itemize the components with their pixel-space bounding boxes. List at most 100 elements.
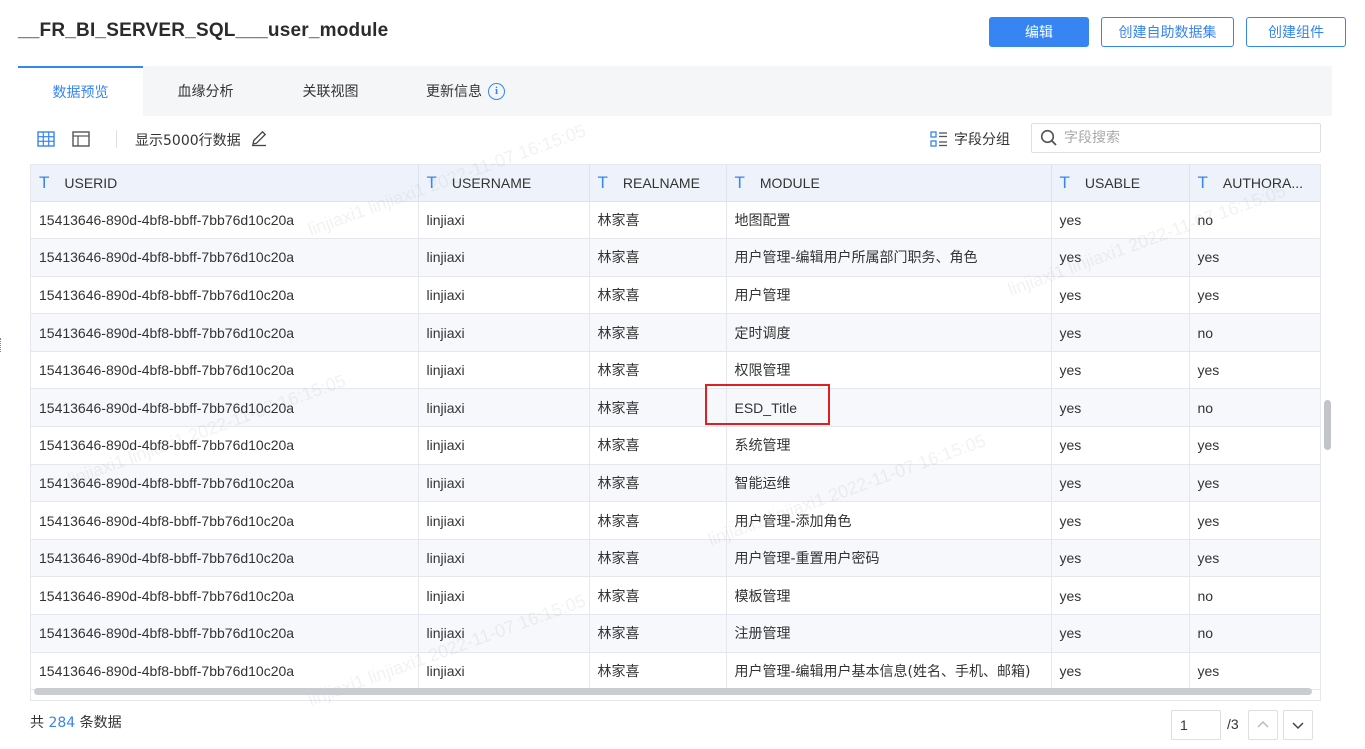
total-prefix: 共	[30, 715, 44, 731]
table-toolbar: 显示5000行数据 字段分组	[18, 116, 1332, 164]
chevron-down-icon	[1292, 722, 1304, 730]
cell-userid: 15413646-890d-4bf8-bbff-7bb76d10c20a	[31, 351, 419, 390]
field-group-button[interactable]: 字段分组	[930, 128, 1010, 150]
column-header-label: AUTHORA...	[1222, 174, 1304, 191]
cell-userid: 15413646-890d-4bf8-bbff-7bb76d10c20a	[31, 464, 419, 503]
cell-username: linjiaxi	[418, 238, 590, 277]
cell-module: 模板管理	[726, 576, 1052, 616]
table-header-row: T USERID T USERNAME T REALNAME T MODULE T USA…	[31, 165, 1320, 202]
cell-authora: yes	[1189, 238, 1320, 277]
cell-module: 用户管理	[726, 276, 1052, 315]
previous-page-button[interactable]	[1248, 710, 1278, 740]
cell-realname: 林家喜	[589, 276, 727, 315]
tab-label: 更新信息	[426, 84, 482, 100]
page-number-input[interactable]	[1171, 710, 1221, 740]
cell-realname: 林家喜	[589, 501, 727, 540]
text-type-icon: T	[1059, 172, 1070, 192]
column-header-realname[interactable]: T REALNAME	[589, 165, 727, 202]
cell-username: linjiaxi	[418, 501, 590, 540]
column-header-module[interactable]: T MODULE	[726, 165, 1052, 202]
cell-module: 地图配置	[726, 201, 1052, 240]
table-row: 15413646-890d-4bf8-bbff-7bb76d10c20a lin…	[31, 388, 1320, 428]
total-suffix: 条数据	[79, 715, 122, 731]
cell-username: linjiaxi	[418, 313, 590, 352]
cell-usable: yes	[1051, 576, 1190, 616]
resize-handle[interactable]	[0, 338, 3, 352]
column-header-username[interactable]: T USERNAME	[418, 165, 590, 202]
cell-usable: yes	[1051, 238, 1190, 277]
cell-realname: 林家喜	[589, 238, 727, 277]
create-component-button[interactable]: 创建组件	[1246, 17, 1346, 47]
page-title: __FR_BI_SERVER_SQL___user_module	[18, 20, 389, 41]
cell-module: 用户管理-编辑用户基本信息(姓名、手机、邮箱)	[726, 652, 1052, 691]
cell-userid: 15413646-890d-4bf8-bbff-7bb76d10c20a	[31, 313, 419, 352]
column-header-usable[interactable]: T USABLE	[1051, 165, 1190, 202]
vertical-scrollbar[interactable]	[1323, 200, 1331, 684]
field-search-box[interactable]	[1031, 123, 1321, 153]
cell-username: linjiaxi	[418, 388, 590, 428]
tab-relation-view[interactable]: 关联视图	[268, 66, 393, 116]
search-icon	[1040, 129, 1057, 146]
text-type-icon: T	[39, 172, 50, 192]
tab-label: 血缘分析	[177, 84, 234, 100]
cell-realname: 林家喜	[589, 576, 727, 616]
toolbar-divider	[116, 130, 117, 148]
cell-username: linjiaxi	[418, 351, 590, 390]
cell-userid: 15413646-890d-4bf8-bbff-7bb76d10c20a	[31, 614, 419, 653]
tab-update-info[interactable]: 更新信息 i	[393, 66, 538, 116]
cell-userid: 15413646-890d-4bf8-bbff-7bb76d10c20a	[31, 276, 419, 315]
column-header-authora[interactable]: T AUTHORA...	[1189, 165, 1320, 202]
vertical-scrollbar-thumb[interactable]	[1324, 400, 1331, 450]
cell-usable: yes	[1051, 652, 1190, 691]
text-type-icon: T	[734, 172, 745, 192]
horizontal-scrollbar[interactable]	[34, 688, 1312, 695]
tab-content: 显示5000行数据 字段分组 字段搜索 T USERID T USERNAME …	[18, 116, 1332, 749]
create-dataset-button[interactable]: 创建自助数据集	[1101, 17, 1234, 47]
cell-usable: yes	[1051, 388, 1190, 428]
cell-userid: 15413646-890d-4bf8-bbff-7bb76d10c20a	[31, 426, 419, 465]
column-header-userid[interactable]: T USERID	[31, 165, 419, 202]
cell-username: linjiaxi	[418, 614, 590, 653]
tab-label: 数据预览	[52, 85, 109, 101]
cell-username: linjiaxi	[418, 276, 590, 315]
cell-authora: yes	[1189, 351, 1320, 390]
table-row: 15413646-890d-4bf8-bbff-7bb76d10c20a lin…	[31, 201, 1320, 240]
cell-authora: no	[1189, 614, 1320, 653]
tab-lineage-analysis[interactable]: 血缘分析	[143, 66, 268, 116]
tab-label: 关联视图	[302, 84, 359, 100]
cell-module: 用户管理-添加角色	[726, 501, 1052, 540]
tab-data-preview[interactable]: 数据预览	[18, 66, 143, 116]
cell-username: linjiaxi	[418, 539, 590, 578]
next-page-button[interactable]	[1283, 710, 1313, 740]
cell-userid: 15413646-890d-4bf8-bbff-7bb76d10c20a	[31, 388, 419, 428]
cell-module: 系统管理	[726, 426, 1052, 465]
edit-pencil-icon[interactable]	[250, 129, 268, 147]
info-icon[interactable]: i	[488, 82, 505, 100]
table-row: 15413646-890d-4bf8-bbff-7bb76d10c20a lin…	[31, 539, 1320, 578]
cell-realname: 林家喜	[589, 313, 727, 352]
cell-username: linjiaxi	[418, 652, 590, 691]
cell-usable: yes	[1051, 426, 1190, 465]
grid-view-icon[interactable]	[36, 129, 56, 149]
cell-username: linjiaxi	[418, 464, 590, 503]
row-limit-label: 显示5000行数据	[135, 133, 241, 149]
cell-userid: 15413646-890d-4bf8-bbff-7bb76d10c20a	[31, 501, 419, 540]
cell-module: 定时调度	[726, 313, 1052, 352]
cell-authora: yes	[1189, 539, 1320, 578]
cell-authora: yes	[1189, 426, 1320, 465]
cell-realname: 林家喜	[589, 539, 727, 578]
text-type-icon: T	[426, 172, 437, 192]
edit-button[interactable]: 编辑	[989, 17, 1089, 47]
page-total: /3	[1227, 716, 1239, 732]
field-group-label: 字段分组	[954, 132, 1010, 148]
cell-module: 注册管理	[726, 614, 1052, 653]
cell-usable: yes	[1051, 276, 1190, 315]
layout-view-icon[interactable]	[71, 129, 91, 149]
table-row: 15413646-890d-4bf8-bbff-7bb76d10c20a lin…	[31, 464, 1320, 503]
cell-username: linjiaxi	[418, 426, 590, 465]
cell-authora: yes	[1189, 652, 1320, 691]
cell-module: 用户管理-编辑用户所属部门职务、角色	[726, 238, 1052, 277]
table-row: 15413646-890d-4bf8-bbff-7bb76d10c20a lin…	[31, 576, 1320, 616]
field-search-input[interactable]	[1064, 130, 1304, 146]
table-row: 15413646-890d-4bf8-bbff-7bb76d10c20a lin…	[31, 276, 1320, 315]
